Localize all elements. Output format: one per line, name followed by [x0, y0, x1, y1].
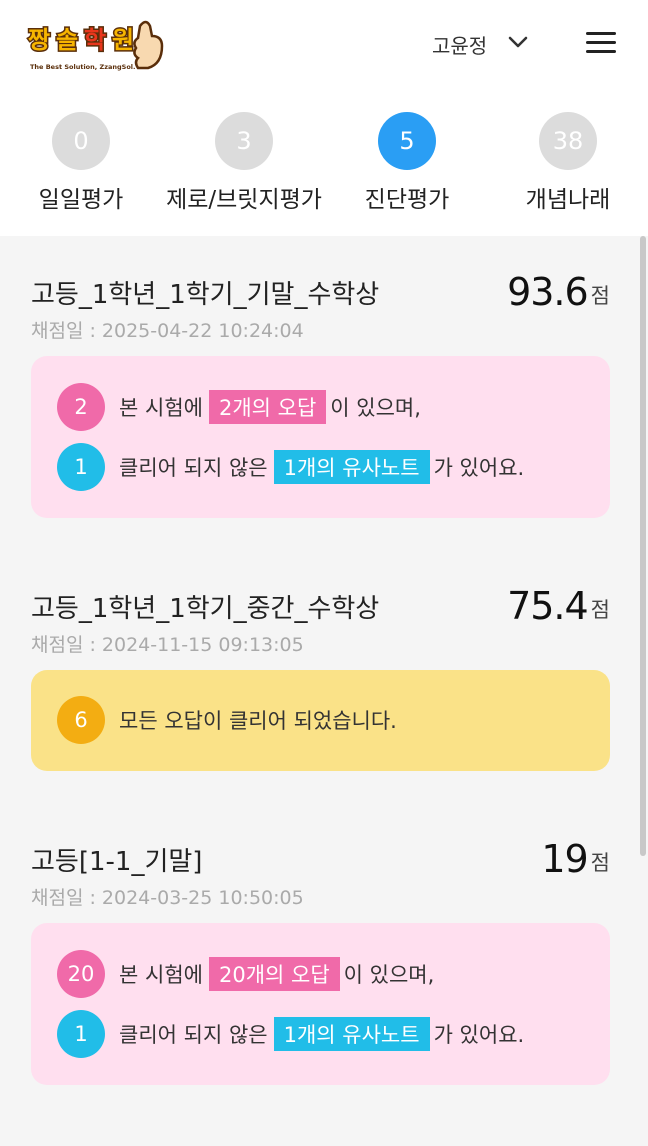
note-count-badge: 1: [57, 443, 105, 491]
score-value: 19: [541, 837, 588, 881]
app-header: 짱 솔 학 원 The Best Solution, ZzangSol. 고윤정: [0, 0, 648, 92]
tab-zero-bridge-evaluation[interactable]: 3 제로/브릿지평가: [159, 112, 329, 214]
exam-date: 채점일 : 2024-11-15 09:13:05: [31, 634, 304, 656]
wrong-answer-card[interactable]: 20 본 시험에 20개의 오답 이 있으며, 1 클리어 되지 않은 1개의 …: [31, 923, 610, 1085]
user-name[interactable]: 고윤정: [432, 30, 487, 59]
cleared-card[interactable]: 6 모든 오답이 클리어 되었습니다.: [31, 670, 610, 771]
exam-score: 75.4 점: [507, 584, 610, 628]
tab-count-badge: 3: [215, 112, 273, 170]
academy-logo[interactable]: 짱 솔 학 원 The Best Solution, ZzangSol.: [26, 12, 166, 76]
similar-note-highlight: 1개의 유사노트: [273, 450, 430, 484]
line-prefix: 클리어 되지 않은: [119, 456, 268, 480]
hamburger-menu-icon[interactable]: [584, 30, 618, 56]
line-prefix: 본 시험에: [119, 963, 203, 987]
tab-count-badge: 0: [52, 112, 110, 170]
tab-count-badge: 38: [539, 112, 597, 170]
exam-date: 채점일 : 2025-04-22 10:24:04: [31, 320, 304, 342]
wrong-answer-highlight: 2개의 오답: [208, 390, 327, 424]
line-suffix: 이 있으며,: [343, 963, 435, 987]
wrong-answer-row: 2 본 시험에 2개의 오답 이 있으며,: [57, 383, 421, 431]
exam-title: 고등_1학년_1학기_기말_수학상: [31, 280, 380, 310]
wrong-answer-row: 20 본 시험에 20개의 오답 이 있으며,: [57, 950, 434, 998]
similar-note-row: 1 클리어 되지 않은 1개의 유사노트 가 있어요.: [57, 443, 524, 491]
tab-diagnostic-evaluation[interactable]: 5 진단평가: [322, 112, 492, 214]
svg-text:짱: 짱: [28, 26, 50, 54]
evaluation-tabs: 0 일일평가 3 제로/브릿지평가 5 진단평가 38 개념나래: [0, 92, 648, 236]
line-suffix: 이 있으며,: [330, 396, 421, 420]
exam-item[interactable]: 고등_1학년_1학기_중간_수학상 채점일 : 2024-11-15 09:13…: [0, 584, 648, 788]
svg-text:솔: 솔: [56, 26, 78, 54]
note-count-badge: 1: [57, 1010, 105, 1058]
tab-label: 개념나래: [525, 187, 611, 213]
cleared-count-badge: 6: [57, 696, 105, 744]
svg-text:The Best Solution, ZzangSol.: The Best Solution, ZzangSol.: [30, 63, 136, 71]
wrong-answer-highlight: 20개의 오답: [208, 957, 340, 991]
svg-text:원: 원: [112, 26, 134, 54]
score-unit: 점: [590, 284, 610, 308]
tab-label: 제로/브릿지평가: [166, 187, 322, 213]
score-value: 93.6: [507, 270, 589, 314]
tab-daily-evaluation[interactable]: 0 일일평가: [0, 112, 166, 214]
line-prefix: 클리어 되지 않은: [119, 1023, 268, 1047]
score-unit: 점: [590, 851, 610, 875]
chevron-down-icon[interactable]: [506, 30, 530, 54]
line-suffix: 가 있어요.: [433, 456, 525, 480]
wrong-answer-card[interactable]: 2 본 시험에 2개의 오답 이 있으며, 1 클리어 되지 않은 1개의 유사…: [31, 356, 610, 518]
similar-note-highlight: 1개의 유사노트: [273, 1017, 430, 1051]
tab-concept-narae[interactable]: 38 개념나래: [483, 112, 648, 214]
exam-list[interactable]: 고등_1학년_1학기_기말_수학상 채점일 : 2025-04-22 10:24…: [0, 236, 648, 1146]
exam-score: 19 점: [541, 837, 610, 881]
score-unit: 점: [590, 598, 610, 622]
exam-date: 채점일 : 2024-03-25 10:50:05: [31, 887, 304, 909]
exam-item[interactable]: 고등_1학년_1학기_기말_수학상 채점일 : 2025-04-22 10:24…: [0, 270, 648, 524]
tab-label: 진단평가: [364, 187, 450, 213]
wrong-count-badge: 20: [57, 950, 105, 998]
wrong-count-badge: 2: [57, 383, 105, 431]
line-prefix: 본 시험에: [119, 396, 203, 420]
exam-score: 93.6 점: [507, 270, 610, 314]
exam-item[interactable]: 고등[1-1_기말] 채점일 : 2024-03-25 10:50:05 19 …: [0, 837, 648, 1101]
cleared-message: 모든 오답이 클리어 되었습니다.: [119, 709, 397, 733]
exam-title: 고등_1학년_1학기_중간_수학상: [31, 594, 380, 624]
similar-note-row: 1 클리어 되지 않은 1개의 유사노트 가 있어요.: [57, 1010, 524, 1058]
exam-title: 고등[1-1_기말]: [31, 847, 203, 877]
tab-label: 일일평가: [38, 187, 124, 213]
svg-text:학: 학: [84, 26, 106, 54]
tab-count-badge: 5: [378, 112, 436, 170]
line-suffix: 가 있어요.: [433, 1023, 525, 1047]
score-value: 75.4: [507, 584, 589, 628]
cleared-row: 6 모든 오답이 클리어 되었습니다.: [57, 696, 397, 744]
